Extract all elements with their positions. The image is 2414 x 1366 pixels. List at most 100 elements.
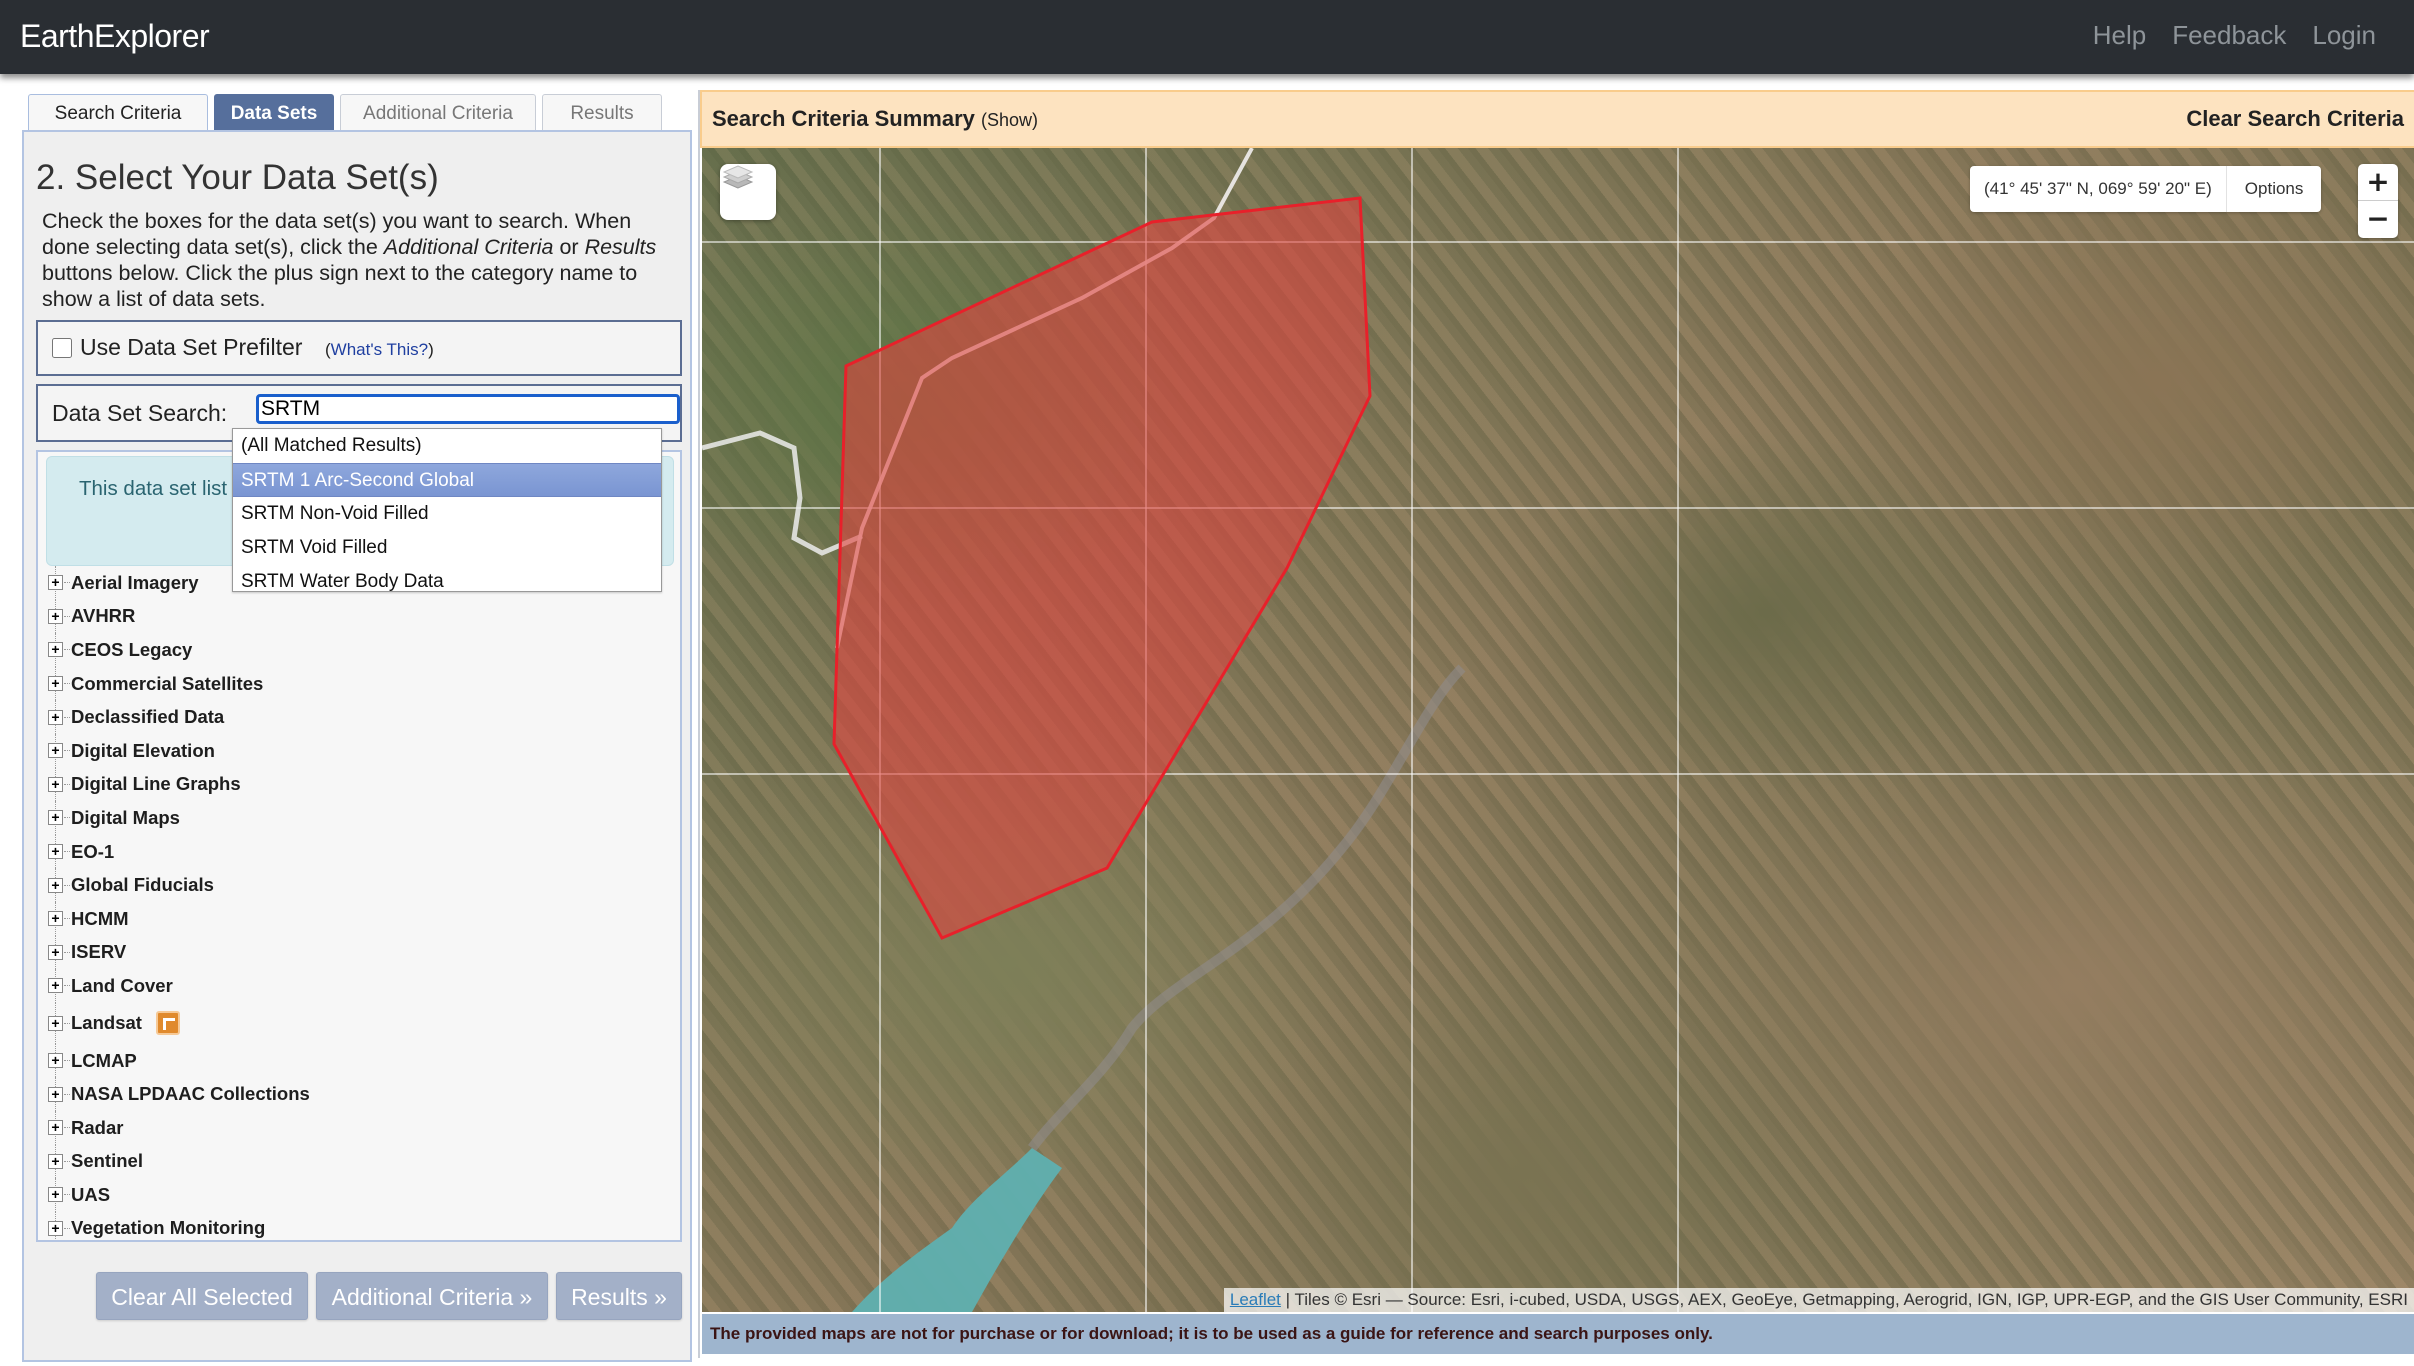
autocomplete-option[interactable]: SRTM Water Body Data <box>233 565 661 591</box>
search-criteria-summary-bar: Search Criteria Summary (Show) Clear Sea… <box>700 90 2414 148</box>
tree-category-declassified-data[interactable]: + Declassified Data <box>48 700 668 734</box>
tree-category-landsat[interactable]: + Landsat <box>48 1002 668 1044</box>
clear-search-criteria-link[interactable]: Clear Search Criteria <box>2186 106 2404 132</box>
prefilter-checkbox[interactable] <box>52 338 72 358</box>
expand-plus-icon[interactable]: + <box>48 944 63 960</box>
tree-category-ceos-legacy[interactable]: + CEOS Legacy <box>48 633 668 667</box>
summary-show-toggle[interactable]: (Show) <box>981 110 1038 130</box>
tree-category-global-fiducials[interactable]: + Global Fiducials <box>48 868 668 902</box>
whats-this-link[interactable]: What's This? <box>331 340 428 359</box>
tree-category-iserv[interactable]: + ISERV <box>48 935 668 970</box>
tree-category-commercial-satellites[interactable]: + Commercial Satellites <box>48 666 668 701</box>
tab-data-sets[interactable]: Data Sets <box>214 94 334 132</box>
tree-category-hcmm[interactable]: + HCMM <box>48 901 668 936</box>
expand-plus-icon[interactable]: + <box>48 1086 63 1102</box>
external-link-icon[interactable] <box>155 1011 180 1036</box>
lake-water <box>852 1148 1062 1312</box>
expand-plus-icon[interactable]: + <box>48 844 63 860</box>
tree-connector <box>64 1160 70 1162</box>
expand-plus-icon[interactable]: + <box>48 1015 63 1031</box>
data-set-search-input[interactable] <box>256 394 680 424</box>
expand-plus-icon[interactable]: + <box>48 776 63 792</box>
tree-connector <box>64 1022 70 1024</box>
results-button[interactable]: Results » <box>556 1272 682 1320</box>
brand-logo[interactable]: EarthExplorer <box>20 18 210 55</box>
tree-category-sentinel[interactable]: + Sentinel <box>48 1144 668 1179</box>
intro-em-results: Results <box>584 235 657 259</box>
map-overlay <box>702 148 2414 1312</box>
intro-em-additional: Additional Criteria <box>383 235 554 259</box>
map-view[interactable]: (41° 45' 37" N, 069° 59' 20" E) Options … <box>702 148 2414 1312</box>
expand-plus-icon[interactable]: + <box>48 709 63 725</box>
tree-category-label: Land Cover <box>71 974 173 996</box>
nav-login-link[interactable]: Login <box>2312 20 2376 51</box>
tree-category-label: Radar <box>71 1116 124 1138</box>
wizard-tabs: Search Criteria Data Sets Additional Cri… <box>28 94 662 132</box>
search-autocomplete-dropdown: (All Matched Results) SRTM 1 Arc-Second G… <box>232 428 662 592</box>
expand-plus-icon[interactable]: + <box>48 877 63 893</box>
tree-category-avhrr[interactable]: + AVHRR <box>48 599 668 634</box>
expand-plus-icon[interactable]: + <box>48 1220 63 1236</box>
tab-additional-criteria[interactable]: Additional Criteria <box>340 94 536 132</box>
tree-category-vegetation-monitoring[interactable]: + Vegetation Monitoring <box>48 1211 668 1240</box>
expand-plus-icon[interactable]: + <box>48 642 63 658</box>
layers-button[interactable] <box>720 164 776 220</box>
zoom-in-button[interactable]: + <box>2358 164 2398 201</box>
help-paren-close: ) <box>428 340 434 359</box>
tree-connector <box>64 1227 70 1229</box>
expand-plus-icon[interactable]: + <box>48 1120 63 1136</box>
autocomplete-option[interactable]: (All Matched Results) <box>233 429 661 463</box>
expand-plus-icon[interactable]: + <box>48 911 63 927</box>
tree-category-digital-maps[interactable]: + Digital Maps <box>48 801 668 835</box>
map-attribution: Leaflet | Tiles © Esri — Source: Esri, i… <box>1223 1288 2414 1312</box>
tree-category-lcmap[interactable]: + LCMAP <box>48 1043 668 1078</box>
map-disclaimer: The provided maps are not for purchase o… <box>702 1314 2414 1354</box>
tree-category-digital-elevation[interactable]: + Digital Elevation <box>48 733 668 768</box>
additional-criteria-button[interactable]: Additional Criteria » <box>316 1272 548 1320</box>
tree-category-label: LCMAP <box>71 1049 137 1071</box>
tree-connector <box>64 649 70 651</box>
autocomplete-option[interactable]: SRTM Non-Void Filled <box>233 497 661 531</box>
nav-feedback-link[interactable]: Feedback <box>2172 20 2286 51</box>
expand-plus-icon[interactable]: + <box>48 608 63 624</box>
tab-search-criteria[interactable]: Search Criteria <box>28 94 208 132</box>
expand-plus-icon[interactable]: + <box>48 810 63 826</box>
tree-category-eo-1[interactable]: + EO-1 <box>48 834 668 869</box>
coordinate-readout: (41° 45' 37" N, 069° 59' 20" E) Options <box>1970 166 2322 212</box>
leaflet-link[interactable]: Leaflet <box>1230 1290 1281 1309</box>
expand-plus-icon[interactable]: + <box>48 1187 63 1203</box>
tree-category-radar[interactable]: + Radar <box>48 1110 668 1145</box>
tree-category-uas[interactable]: + UAS <box>48 1178 668 1212</box>
tree-category-label: EO-1 <box>71 840 115 862</box>
tree-connector <box>64 783 70 785</box>
tree-category-land-cover[interactable]: + Land Cover <box>48 969 668 1003</box>
tree-category-label: Vegetation Monitoring <box>71 1217 266 1239</box>
tree-category-nasa-lpdaac-collections[interactable]: + NASA LPDAAC Collections <box>48 1077 668 1111</box>
expand-plus-icon[interactable]: + <box>48 575 63 591</box>
tree-connector <box>64 683 70 685</box>
tree-category-label: Digital Line Graphs <box>71 773 241 795</box>
expand-plus-icon[interactable]: + <box>48 676 63 692</box>
tree-category-label: ISERV <box>71 941 127 963</box>
expand-plus-icon[interactable]: + <box>48 743 63 759</box>
tree-connector <box>64 716 70 718</box>
nav-help-link[interactable]: Help <box>2093 20 2146 51</box>
coordinate-options-button[interactable]: Options <box>2227 179 2322 199</box>
tree-category-digital-line-graphs[interactable]: + Digital Line Graphs <box>48 767 668 802</box>
expand-plus-icon[interactable]: + <box>48 978 63 994</box>
tab-results[interactable]: Results <box>542 94 662 132</box>
tree-connector <box>64 1194 70 1196</box>
expand-plus-icon[interactable]: + <box>48 1153 63 1169</box>
clear-all-selected-button[interactable]: Clear All Selected <box>96 1272 308 1320</box>
tree-connector <box>64 1093 70 1095</box>
expand-plus-icon[interactable]: + <box>48 1053 63 1069</box>
layers-icon <box>722 165 754 189</box>
road-secondary <box>702 430 863 556</box>
zoom-out-button[interactable]: − <box>2358 201 2398 238</box>
data-set-search-label: Data Set Search: <box>52 400 228 426</box>
attribution-text: | Tiles © Esri — Source: Esri, i-cubed, … <box>1280 1290 2408 1309</box>
autocomplete-option[interactable]: SRTM 1 Arc-Second Global <box>233 463 661 497</box>
autocomplete-option[interactable]: SRTM Void Filled <box>233 531 661 565</box>
tree-connector <box>64 817 70 819</box>
action-buttons: Clear All Selected Additional Criteria »… <box>96 1272 682 1320</box>
